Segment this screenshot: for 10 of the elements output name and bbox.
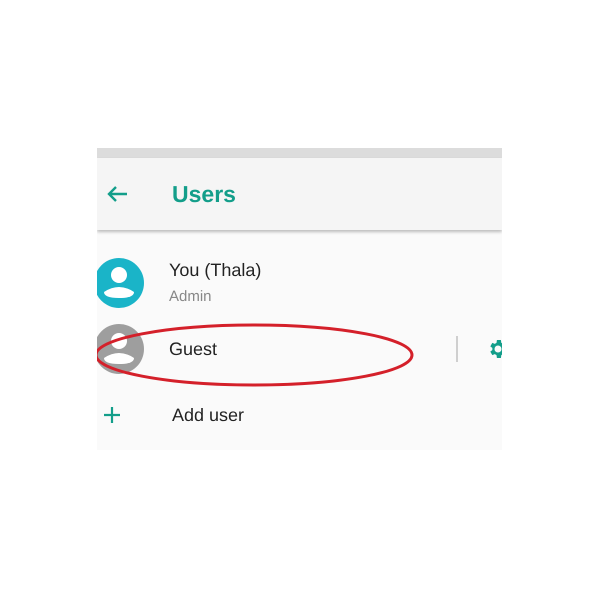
user-row[interactable]: Guest: [97, 316, 502, 382]
user-name: You (Thala): [169, 259, 262, 282]
plus-icon: [103, 406, 121, 424]
page-title: Users: [172, 180, 236, 209]
back-arrow-icon[interactable]: [106, 185, 128, 203]
add-user-label: Add user: [172, 404, 244, 426]
user-name: Guest: [169, 338, 218, 360]
user-role: Admin: [169, 287, 213, 308]
add-user-row[interactable]: Add user: [97, 382, 502, 448]
user-row[interactable]: You (Thala) Admin: [97, 250, 502, 316]
